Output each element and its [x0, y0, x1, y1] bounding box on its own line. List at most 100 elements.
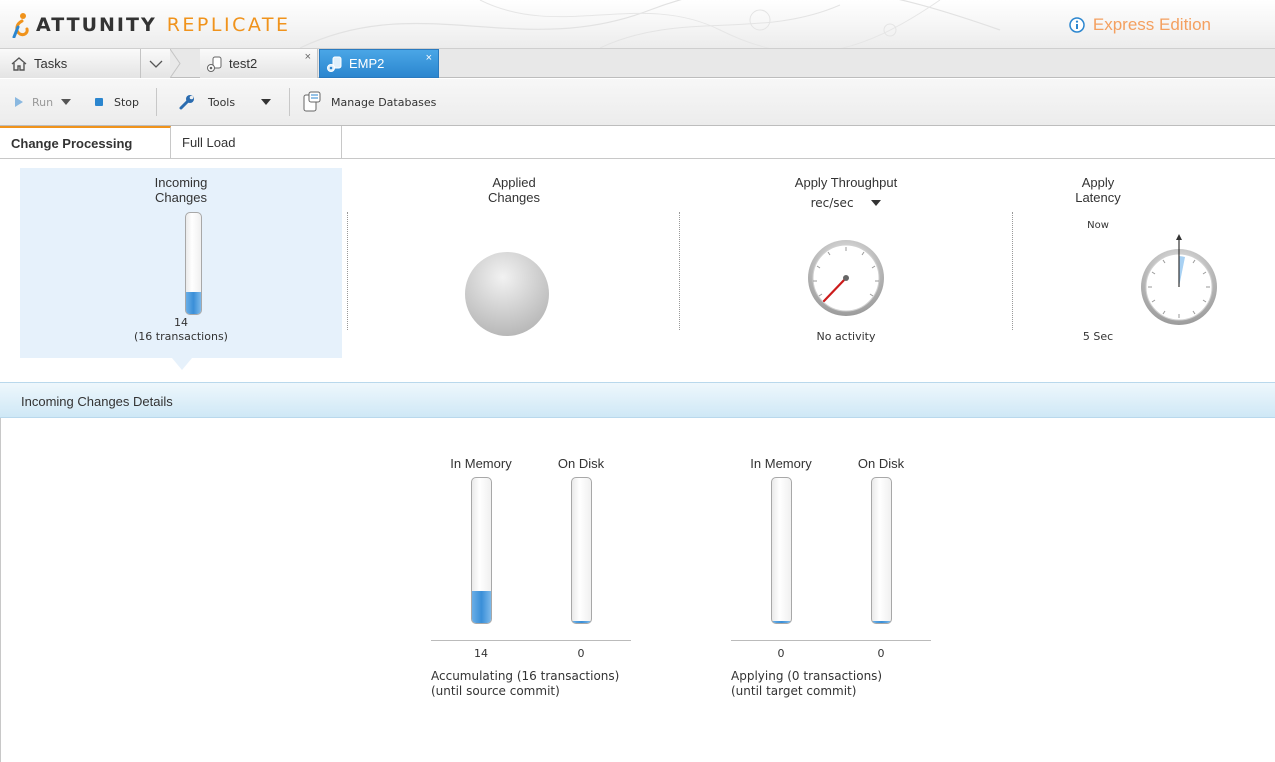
info-icon[interactable]	[1069, 17, 1085, 33]
manage-databases-label: Manage Databases	[331, 95, 437, 109]
tab-test2-label: test2	[229, 56, 258, 71]
incoming-changes-title: Incoming Changes	[20, 175, 342, 205]
gauge-fill	[472, 591, 491, 623]
accumulating-in-memory-gauge	[471, 477, 492, 624]
applied-changes-pie	[465, 252, 549, 336]
home-icon	[11, 56, 27, 71]
run-button[interactable]: Run	[14, 79, 72, 125]
brand-primary: ATTUNITY	[36, 14, 157, 36]
close-icon[interactable]: ×	[305, 51, 311, 63]
edition-label: Express Edition	[1092, 15, 1211, 34]
logo-mark-icon	[12, 13, 29, 38]
task-icon	[207, 56, 222, 72]
apply-throughput-title: Apply Throughput	[794, 175, 898, 190]
metric-divider	[347, 212, 348, 330]
tab-test2[interactable]: test2 ×	[200, 49, 318, 78]
task-icon	[327, 56, 342, 72]
brand-secondary: REPLICATE	[166, 14, 291, 36]
incoming-title-line2: Changes	[154, 190, 208, 205]
manage-databases-button[interactable]: Manage Databases	[302, 79, 436, 125]
throughput-unit-label: rec/sec	[810, 196, 854, 210]
latency-now-marker: Now	[1087, 220, 1109, 231]
stop-button[interactable]: Stop	[94, 79, 139, 125]
metric-divider	[1012, 212, 1013, 330]
apply-latency-metric[interactable]: Apply Latency Now 5 Sec	[1018, 168, 1275, 358]
throughput-unit-select[interactable]: rec/sec	[685, 196, 1007, 210]
tab-tasks-label: Tasks	[34, 56, 68, 71]
task-tabs-bar: Tasks test2 × EMP2 ×	[0, 48, 1275, 78]
tab-tasks-home[interactable]: Tasks	[0, 49, 141, 78]
tab-emp2-label: EMP2	[349, 56, 385, 71]
accumulating-caption: Accumulating (16 transactions) (until so…	[431, 669, 619, 699]
apply-throughput-metric[interactable]: Apply Throughput rec/sec No activity	[685, 168, 1007, 358]
latency-title-line1: Apply	[1081, 175, 1115, 190]
latency-title-line2: Latency	[1075, 190, 1121, 205]
app-header: ATTUNITY REPLICATE Express Edition	[0, 0, 1275, 48]
run-label: Run	[32, 95, 54, 109]
incoming-title-line1: Incoming	[154, 175, 208, 190]
close-icon[interactable]: ×	[426, 52, 432, 64]
accumulating-on-disk-value: 0	[577, 647, 585, 660]
caret-down-icon	[61, 99, 72, 105]
applying-on-disk-label: On Disk	[857, 456, 905, 471]
applying-in-memory-gauge	[771, 477, 792, 624]
accumulating-in-memory-label: In Memory	[450, 456, 512, 471]
gauge-fill	[186, 291, 201, 314]
tools-button[interactable]: Tools	[178, 79, 272, 125]
toolbar-divider	[156, 88, 157, 116]
gauge-fill	[872, 620, 891, 623]
incoming-changes-details-panel: In Memory On Disk 14 0 Accumulating (16 …	[0, 418, 1275, 762]
tab-change-processing[interactable]: Change Processing	[0, 126, 171, 158]
edition-indicator: Express Edition	[1069, 15, 1211, 35]
details-title: Incoming Changes Details	[21, 394, 173, 409]
tab-emp2[interactable]: EMP2 ×	[319, 49, 439, 78]
toolbar: Run Stop Tools Manage Databases	[0, 79, 1275, 126]
app-logo: ATTUNITY REPLICATE	[12, 12, 290, 38]
toolbar-divider	[289, 88, 290, 116]
applying-in-memory-value: 0	[777, 647, 785, 660]
wrench-icon	[179, 95, 194, 110]
applied-title-line2: Changes	[487, 190, 541, 205]
incoming-transactions: (16 transactions)	[134, 330, 228, 343]
applying-caption-line1: Applying (0 transactions)	[731, 669, 883, 683]
latency-clock	[1141, 234, 1217, 325]
gauge-fill	[772, 620, 791, 623]
applying-baseline	[731, 640, 931, 641]
applying-caption: Applying (0 transactions) (until target …	[731, 669, 882, 699]
tabs-dropdown-button[interactable]	[141, 49, 171, 78]
applying-on-disk-value: 0	[877, 647, 885, 660]
throughput-speedometer	[808, 240, 884, 316]
metric-divider	[679, 212, 680, 330]
accumulating-in-memory-value: 14	[474, 647, 488, 660]
caret-down-icon	[261, 99, 272, 105]
play-icon	[15, 97, 23, 107]
applying-in-memory-label: In Memory	[750, 456, 812, 471]
caret-down-icon	[871, 200, 882, 206]
accumulating-caption-line2: (until source commit)	[431, 684, 560, 698]
tab-full-load[interactable]: Full Load	[171, 126, 342, 158]
accumulating-on-disk-gauge	[571, 477, 592, 624]
throughput-status: No activity	[816, 330, 876, 343]
accumulating-caption-line1: Accumulating (16 transactions)	[431, 669, 620, 683]
applying-caption-line2: (until target commit)	[731, 684, 857, 698]
latency-value: 5 Sec	[1082, 330, 1114, 343]
accumulating-baseline	[431, 640, 631, 641]
database-icon	[303, 91, 321, 112]
applied-changes-metric[interactable]: Applied Changes	[353, 168, 675, 358]
gauge-fill	[572, 620, 591, 623]
applying-on-disk-gauge	[871, 477, 892, 624]
incoming-changes-details-header: Incoming Changes Details	[0, 382, 1275, 418]
accumulating-on-disk-label: On Disk	[557, 456, 605, 471]
applied-changes-title: Applied Changes	[353, 175, 675, 205]
selection-pointer	[172, 358, 192, 370]
incoming-changes-metric[interactable]: Incoming Changes 14 (16 transactions)	[20, 168, 342, 358]
incoming-changes-value: 14	[174, 316, 188, 329]
chevron-down-icon	[149, 60, 162, 68]
applied-title-line1: Applied	[492, 175, 536, 190]
apply-latency-title: Apply Latency	[1018, 175, 1178, 205]
stop-icon	[95, 98, 103, 106]
view-tabs: Change Processing Full Load	[0, 126, 1275, 159]
tools-label: Tools	[208, 95, 236, 109]
tab-divider-arrow	[170, 49, 181, 78]
stop-label: Stop	[114, 95, 140, 109]
